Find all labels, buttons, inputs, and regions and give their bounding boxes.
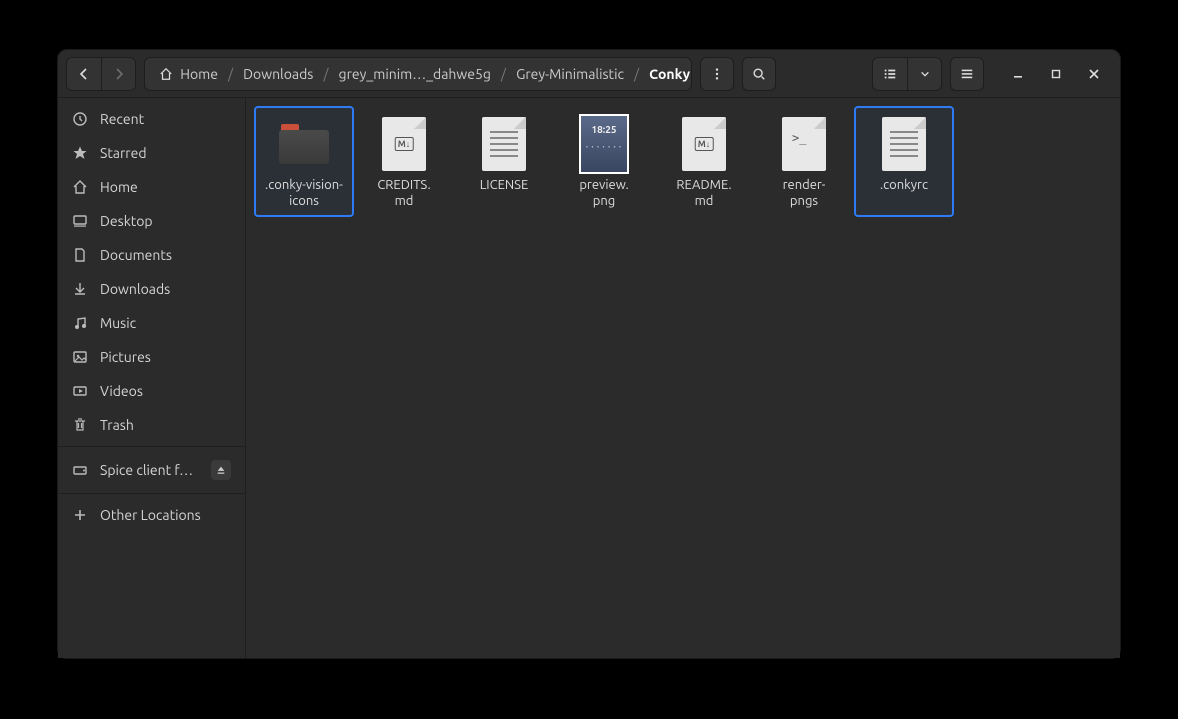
- download-icon: [72, 281, 88, 297]
- home-icon: [72, 179, 88, 195]
- file-label: render-pngs: [760, 178, 848, 209]
- folder-icon: [277, 114, 331, 174]
- view-dropdown-button[interactable]: [907, 58, 941, 90]
- file-item[interactable]: 18:25• • • • • • • preview.png: [554, 106, 654, 217]
- forward-button[interactable]: [101, 58, 135, 90]
- minimize-button[interactable]: [1006, 62, 1030, 86]
- breadcrumb-grey-minimalistic[interactable]: Grey-Minimalistic: [508, 62, 632, 86]
- script-icon: >_: [777, 114, 831, 174]
- file-item[interactable]: M↓ CREDITS.md: [354, 106, 454, 217]
- text-icon: [877, 114, 931, 174]
- sidebar-item-label: Trash: [100, 417, 231, 433]
- breadcrumb-label: Home: [180, 66, 218, 82]
- drive-icon: [72, 462, 88, 478]
- file-item[interactable]: .conkyrc: [854, 106, 954, 217]
- sidebar-item-recent[interactable]: Recent: [58, 102, 245, 136]
- file-label: CREDITS.md: [360, 178, 448, 209]
- sidebar-separator: [58, 493, 245, 494]
- close-button[interactable]: [1082, 62, 1106, 86]
- file-manager-window: Home / Downloads / grey_minim…_dahwe5g /…: [57, 49, 1121, 659]
- menu-button[interactable]: [700, 57, 734, 91]
- sidebar: Recent Starred Home Desktop Documents Do…: [58, 98, 246, 658]
- sidebar-item-label: Downloads: [100, 281, 231, 297]
- file-label: preview.png: [560, 178, 648, 209]
- breadcrumb-home[interactable]: Home: [151, 62, 226, 86]
- videos-icon: [72, 383, 88, 399]
- documents-icon: [72, 247, 88, 263]
- text-icon: [477, 114, 531, 174]
- sidebar-item-videos[interactable]: Videos: [58, 374, 245, 408]
- content-area[interactable]: .conky-vision-icons M↓ CREDITS.md LICENSE 18…: [246, 98, 1120, 658]
- md-icon: M↓: [377, 114, 431, 174]
- file-item[interactable]: .conky-vision-icons: [254, 106, 354, 217]
- titlebar: Home / Downloads / grey_minim…_dahwe5g /…: [58, 50, 1120, 98]
- sidebar-item-trash[interactable]: Trash: [58, 408, 245, 442]
- star-icon: [72, 145, 88, 161]
- sidebar-item-pictures[interactable]: Pictures: [58, 340, 245, 374]
- file-label: .conky-vision-icons: [260, 178, 348, 209]
- breadcrumb-separator: /: [226, 66, 235, 82]
- breadcrumb-grey-minim[interactable]: grey_minim…_dahwe5g: [331, 62, 499, 86]
- sidebar-item-label: Music: [100, 315, 231, 331]
- sidebar-item-label: Other Locations: [100, 507, 231, 523]
- plus-icon: [72, 507, 88, 523]
- sidebar-item-label: Desktop: [100, 213, 231, 229]
- pictures-icon: [72, 349, 88, 365]
- sidebar-other-locations[interactable]: Other Locations: [58, 498, 245, 532]
- sidebar-item-documents[interactable]: Documents: [58, 238, 245, 272]
- search-button[interactable]: [742, 57, 776, 91]
- sidebar-item-label: Documents: [100, 247, 231, 263]
- file-label: README.md: [660, 178, 748, 209]
- sidebar-item-desktop[interactable]: Desktop: [58, 204, 245, 238]
- file-label: LICENSE: [460, 178, 548, 194]
- eject-button[interactable]: [211, 460, 231, 480]
- pathbar: Home / Downloads / grey_minim…_dahwe5g /…: [144, 57, 692, 91]
- file-item[interactable]: >_ render-pngs: [754, 106, 854, 217]
- sidebar-item-label: Starred: [100, 145, 231, 161]
- home-icon: [159, 66, 176, 82]
- sidebar-item-label: Home: [100, 179, 231, 195]
- sidebar-item-label: Spice client f…: [100, 462, 199, 478]
- breadcrumb-downloads[interactable]: Downloads: [235, 62, 321, 86]
- view-mode-group: [872, 57, 942, 91]
- image-icon: 18:25• • • • • • •: [577, 114, 631, 174]
- sidebar-item-label: Recent: [100, 111, 231, 127]
- desktop-icon: [72, 213, 88, 229]
- sidebar-item-label: Pictures: [100, 349, 231, 365]
- icon-grid: .conky-vision-icons M↓ CREDITS.md LICENSE 18…: [254, 106, 1112, 217]
- breadcrumb-separator: /: [321, 66, 330, 82]
- file-item[interactable]: M↓ README.md: [654, 106, 754, 217]
- maximize-button[interactable]: [1044, 62, 1068, 86]
- breadcrumb-separator: /: [632, 66, 641, 82]
- trash-icon: [72, 417, 88, 433]
- file-label: .conkyrc: [860, 178, 948, 194]
- list-view-button[interactable]: [873, 58, 907, 90]
- file-item[interactable]: LICENSE: [454, 106, 554, 217]
- breadcrumb-separator: /: [499, 66, 508, 82]
- clock-icon: [72, 111, 88, 127]
- md-icon: M↓: [677, 114, 731, 174]
- sidebar-separator: [58, 446, 245, 447]
- hamburger-menu-button[interactable]: [950, 57, 984, 91]
- nav-group: [66, 57, 136, 91]
- music-icon: [72, 315, 88, 331]
- window-controls: [1006, 62, 1112, 86]
- sidebar-item-downloads[interactable]: Downloads: [58, 272, 245, 306]
- sidebar-item-starred[interactable]: Starred: [58, 136, 245, 170]
- back-button[interactable]: [67, 58, 101, 90]
- sidebar-item-home[interactable]: Home: [58, 170, 245, 204]
- sidebar-item-music[interactable]: Music: [58, 306, 245, 340]
- sidebar-item-label: Videos: [100, 383, 231, 399]
- sidebar-mount-spice[interactable]: Spice client f…: [58, 451, 245, 489]
- breadcrumb-current[interactable]: Conky: [641, 62, 692, 86]
